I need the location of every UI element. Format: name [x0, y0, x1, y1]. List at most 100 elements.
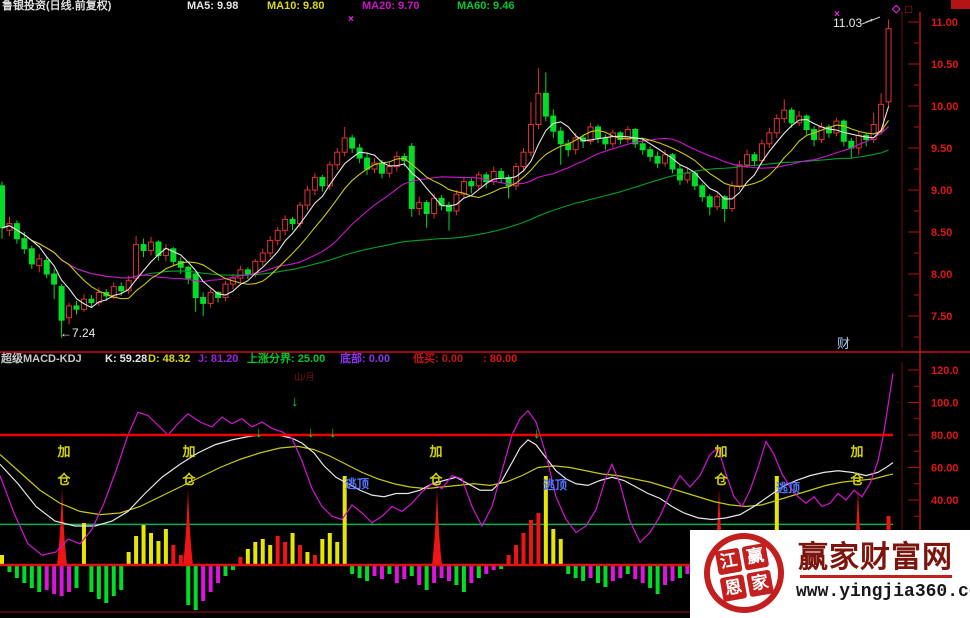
histogram-bar [45, 565, 49, 590]
histogram-bar [454, 565, 458, 585]
candle-body [774, 119, 779, 133]
add-position-label: 加仓 [849, 444, 864, 487]
candle-body [141, 245, 146, 251]
low-price-annotation: ←7.24 [60, 326, 95, 340]
histogram-bar [276, 536, 280, 565]
candle-body [417, 203, 422, 209]
candle-body [268, 240, 273, 253]
candle-body [812, 130, 817, 140]
histogram-bar [387, 565, 391, 574]
candle-body [29, 249, 34, 264]
candle-body [804, 116, 809, 129]
axis-tick-label: 8.00 [931, 269, 952, 281]
buy-signal-spike [57, 488, 67, 565]
histogram-bar [529, 520, 533, 565]
candle-body [89, 299, 94, 302]
indicator-header-item: 底部: 0.00 [340, 354, 390, 365]
histogram-bar [119, 565, 123, 590]
candle-body [484, 175, 489, 182]
histogram-bar [305, 552, 309, 565]
candle-body [789, 110, 794, 123]
histogram-bar [626, 565, 630, 574]
diamond-icon[interactable]: ◇ [892, 2, 900, 15]
ma-value-label: MA60: 9.46 [457, 1, 514, 12]
candle-body [149, 242, 154, 250]
candle-body [283, 219, 288, 230]
histogram-bar [380, 565, 384, 579]
candle-body [335, 152, 340, 165]
candle-body [640, 144, 645, 150]
candle-body [685, 173, 690, 180]
histogram-bar [89, 565, 93, 592]
histogram-bar [656, 565, 660, 594]
histogram-bar [462, 565, 466, 592]
candle-body [134, 245, 139, 279]
candle-body [886, 29, 891, 102]
candle-body [193, 274, 198, 298]
histogram-bar [425, 565, 429, 590]
candle-body [290, 219, 295, 223]
watermark-seal: 江 赢 恩 家 [698, 527, 791, 618]
escape-top-label: 逃顶 [543, 477, 567, 492]
candle-body [305, 190, 310, 205]
candle-body [536, 93, 541, 124]
add-position-label: 加仓 [713, 444, 728, 487]
axis-tick-label: 100.0 [931, 398, 959, 410]
histogram-bar [142, 525, 146, 565]
histogram-bar [663, 565, 667, 585]
histogram-bar [648, 565, 652, 588]
candle-body [543, 93, 548, 116]
candle-body [387, 166, 392, 173]
candle-body [275, 230, 280, 240]
histogram-bar [402, 565, 406, 579]
chart-canvas[interactable]: 11.0010.5010.009.509.008.508.007.50120.0… [0, 0, 970, 618]
histogram-bar [201, 565, 205, 601]
sell-arrow-icon: ↓ [255, 424, 263, 441]
histogram-bar [15, 565, 19, 578]
indicator-header-item: K: 59.28 [105, 354, 147, 365]
histogram-bar [373, 565, 377, 576]
histogram-bar [112, 565, 116, 596]
watermark-title: 赢家财富网 [798, 532, 953, 576]
watermark-url: www.yingjia360.com [796, 582, 970, 602]
histogram-bar [261, 539, 265, 565]
candle-body [648, 150, 653, 157]
candle-body [350, 138, 355, 148]
histogram-bar [67, 565, 71, 592]
faint-watermark-text: 山/月 [294, 370, 315, 383]
histogram-bar [603, 565, 607, 587]
histogram-bar [477, 565, 481, 578]
candle-body [0, 186, 5, 228]
indicator-header-item: J: 81.20 [198, 354, 238, 365]
histogram-bar [678, 565, 682, 578]
cai-toolbar-glyph[interactable]: 财 [837, 333, 850, 352]
watermark: 江 赢 恩 家 赢家财富网 www.yingjia360.com [690, 530, 970, 618]
axis-tick-label: 11.00 [931, 17, 958, 29]
axis-tick-label: 60.00 [931, 463, 959, 475]
ma-value-label: MA20: 9.70 [362, 1, 419, 12]
axis-tick-label: 40.00 [931, 495, 959, 507]
candle-body [238, 270, 243, 278]
axis-tick-label: 80.00 [931, 430, 959, 442]
seal-char: 恩 [720, 574, 748, 602]
sell-arrow-icon: ↓ [533, 425, 541, 442]
histogram-bar [358, 565, 362, 578]
square-icon[interactable]: □ [905, 2, 912, 16]
histogram-bar [224, 565, 228, 576]
candle-body [432, 198, 437, 213]
watermark-seal-grid: 江 赢 恩 家 [715, 543, 775, 603]
candle-body [67, 306, 72, 318]
candle-body [409, 146, 414, 208]
histogram-bar [671, 565, 675, 581]
histogram-bar [171, 545, 175, 565]
histogram-bar [0, 555, 4, 565]
candle-body [312, 177, 317, 190]
candle-body [841, 121, 846, 141]
sell-arrow-icon: ↓ [307, 424, 315, 441]
histogram-bar [514, 545, 518, 565]
candle-body [521, 152, 526, 166]
ma-value-label: MA5: 9.98 [187, 1, 238, 12]
candle-body [558, 131, 563, 144]
candle-body [342, 138, 347, 152]
histogram-bar [127, 552, 131, 565]
